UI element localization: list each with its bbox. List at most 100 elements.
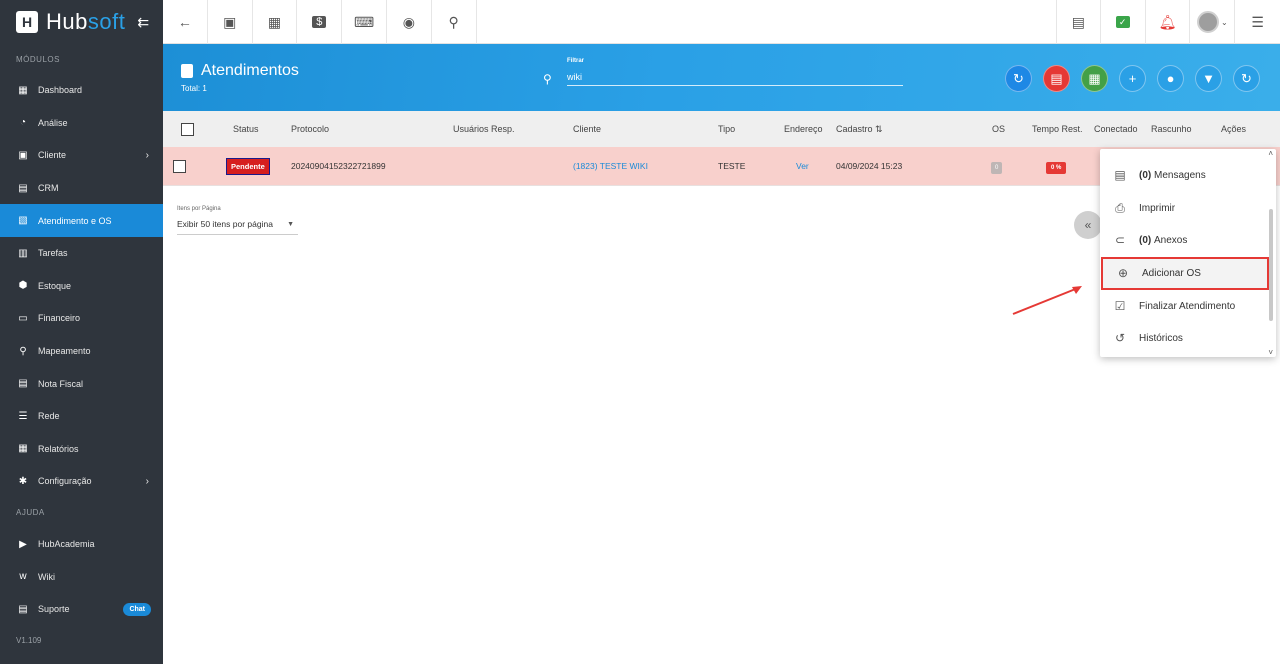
chevron-down-icon: ⌄ bbox=[1220, 17, 1228, 27]
attachment-icon: ⊂ bbox=[1114, 233, 1126, 248]
col-tempo[interactable]: Tempo Rest. bbox=[1032, 124, 1083, 134]
sidebar-item-hubacademia[interactable]: ▶ HubAcademia bbox=[0, 528, 163, 561]
sidebar-item-wiki[interactable]: w Wiki bbox=[0, 560, 163, 593]
sidebar-item-suporte[interactable]: ▤ Suporte Chat bbox=[0, 593, 163, 626]
terminal-button[interactable]: ⌨ bbox=[342, 0, 387, 44]
col-cliente[interactable]: Cliente bbox=[573, 124, 601, 134]
address-link[interactable]: Ver bbox=[796, 161, 809, 171]
list-menu-button[interactable]: ☰ bbox=[1235, 0, 1280, 44]
select-all-checkbox[interactable] bbox=[181, 122, 194, 136]
sidebar-item-nota-fiscal[interactable]: ▤ Nota Fiscal bbox=[0, 367, 163, 400]
col-os[interactable]: OS bbox=[992, 124, 1005, 134]
eye-icon: ◉ bbox=[402, 13, 415, 30]
view-button[interactable]: ◉ bbox=[387, 0, 432, 44]
pdf-button[interactable]: ▤ bbox=[1056, 0, 1101, 44]
logo-icon: H bbox=[16, 11, 38, 33]
client-link[interactable]: (1823) TESTE WIKI bbox=[573, 161, 648, 171]
filter-button[interactable]: ▼ bbox=[1195, 65, 1222, 92]
sort-icon: ⇅ bbox=[875, 123, 883, 134]
menu-scrollbar[interactable] bbox=[1269, 209, 1273, 321]
pdf-icon: ▤ bbox=[1071, 13, 1086, 30]
menu-item-anexos[interactable]: ⊂ (0) Anexos bbox=[1100, 224, 1268, 257]
sidebar-item-estoque[interactable]: ⬢ Estoque bbox=[0, 270, 163, 303]
annotation-arrow bbox=[1012, 286, 1082, 315]
col-usuarios[interactable]: Usuários Resp. bbox=[453, 124, 515, 134]
col-cadastro[interactable]: Cadastro ⇅ bbox=[836, 124, 883, 135]
user-button[interactable]: ● bbox=[1157, 65, 1184, 92]
add-button[interactable]: + bbox=[1119, 65, 1146, 92]
reports-icon: ▦ bbox=[18, 443, 28, 455]
date-cell: 04/09/2024 15:23 bbox=[836, 161, 903, 171]
col-rascunho[interactable]: Rascunho bbox=[1151, 124, 1192, 134]
chat-badge[interactable]: Chat bbox=[123, 602, 151, 616]
per-page-select[interactable]: Exibir 50 itens por página ▼ bbox=[177, 219, 298, 235]
section-label-ajuda: AJUDA bbox=[16, 508, 45, 518]
export-pdf-button[interactable]: ▤ bbox=[1043, 65, 1070, 92]
finance-button[interactable]: $ bbox=[297, 0, 343, 44]
invoice-icon: ▤ bbox=[18, 378, 28, 390]
menu-item-imprimir[interactable]: ⎙ Imprimir bbox=[1100, 192, 1268, 225]
sidebar-item-tarefas[interactable]: ▥ Tarefas bbox=[0, 237, 163, 270]
row-checkbox[interactable] bbox=[173, 159, 186, 173]
scroll-down-icon[interactable]: ˅ bbox=[1268, 348, 1273, 357]
col-acoes[interactable]: Ações bbox=[1221, 124, 1246, 134]
per-page-label: Itens por Página bbox=[177, 206, 221, 212]
wiki-icon: w bbox=[19, 571, 27, 583]
collapse-panel-button[interactable]: « bbox=[1074, 211, 1102, 239]
document-icon bbox=[181, 64, 193, 78]
sidebar-item-atendimento[interactable]: ▧ Atendimento e OS bbox=[0, 204, 163, 237]
status-badge: Pendente bbox=[226, 158, 270, 175]
calendar-button[interactable]: ▦ bbox=[253, 0, 298, 44]
filter-label: Filtrar bbox=[567, 58, 585, 64]
menu-collapse-icon[interactable]: ⇇ bbox=[137, 14, 149, 31]
sidebar: H Hubsoft ⇇ MÓDULOS ▦ Dashboard ◔ Análise … bbox=[0, 0, 163, 664]
sidebar-item-dashboard[interactable]: ▦ Dashboard bbox=[0, 74, 163, 107]
col-endereco[interactable]: Endereço bbox=[784, 124, 823, 134]
scroll-up-icon[interactable]: ˄ bbox=[1268, 149, 1273, 158]
excel-icon: ▦ bbox=[1088, 70, 1101, 86]
network-icon: ☰ bbox=[18, 410, 28, 422]
filter-input[interactable] bbox=[567, 68, 903, 86]
chart-icon: ◔ bbox=[19, 117, 27, 129]
money-icon: ▭ bbox=[18, 312, 28, 324]
sidebar-item-cliente[interactable]: ▣ Cliente › bbox=[0, 139, 163, 172]
menu-item-finalizar[interactable]: ☑ Finalizar Atendimento bbox=[1100, 290, 1268, 323]
col-protocolo[interactable]: Protocolo bbox=[291, 124, 329, 134]
sidebar-item-crm[interactable]: ▤ CRM bbox=[0, 172, 163, 205]
print-icon: ⎙ bbox=[1115, 200, 1125, 215]
client-icon: ▣ bbox=[18, 149, 28, 161]
terminal-icon: ⌨ bbox=[353, 13, 375, 30]
search-button[interactable]: ⚲ bbox=[432, 0, 477, 44]
tasks-icon: ▥ bbox=[18, 247, 28, 259]
box-icon: ⬢ bbox=[18, 280, 28, 292]
protocol-cell: 20240904152322721899 bbox=[291, 161, 386, 171]
chevron-right-icon: › bbox=[145, 149, 149, 161]
user-menu-button[interactable]: ⌄ bbox=[1190, 0, 1236, 44]
sidebar-item-relatorios[interactable]: ▦ Relatórios bbox=[0, 433, 163, 466]
alarm-button[interactable]: 🔔︎ bbox=[1146, 0, 1191, 44]
col-tipo[interactable]: Tipo bbox=[718, 124, 735, 134]
caret-down-icon: ▼ bbox=[287, 221, 294, 228]
sidebar-item-financeiro[interactable]: ▭ Financeiro bbox=[0, 302, 163, 335]
menu-item-historicos[interactable]: ↺ Históricos bbox=[1100, 322, 1268, 355]
sidebar-item-configuracao[interactable]: ✱ Configuração › bbox=[0, 465, 163, 498]
col-conectado[interactable]: Conectado bbox=[1094, 124, 1138, 134]
double-chevron-left-icon: « bbox=[1084, 218, 1092, 232]
crm-icon: ▤ bbox=[18, 182, 28, 194]
contact-button[interactable]: ▣ bbox=[208, 0, 253, 44]
tasks-check-button[interactable]: ✓ bbox=[1101, 0, 1146, 44]
reload-button[interactable]: ↻ bbox=[1233, 65, 1260, 92]
arrow-left-icon: ← bbox=[177, 14, 192, 30]
gear-icon: ✱ bbox=[18, 475, 28, 487]
col-status[interactable]: Status bbox=[233, 124, 259, 134]
refresh-sync-button[interactable]: ↻ bbox=[1005, 65, 1032, 92]
calendar-clock-icon: ▦ bbox=[267, 13, 282, 30]
sidebar-item-rede[interactable]: ☰ Rede bbox=[0, 400, 163, 433]
sidebar-item-analise[interactable]: ◔ Análise bbox=[0, 107, 163, 140]
back-button[interactable]: ← bbox=[163, 0, 208, 44]
actions-menu: ˄ ▤ (0) Mensagens ⎙ Imprimir ⊂ (0) Anexo… bbox=[1100, 149, 1276, 357]
export-excel-button[interactable]: ▦ bbox=[1081, 65, 1108, 92]
sidebar-item-mapeamento[interactable]: ⚲ Mapeamento bbox=[0, 335, 163, 368]
menu-item-adicionar-os[interactable]: ⊕ Adicionar OS bbox=[1101, 257, 1269, 290]
menu-item-mensagens[interactable]: ▤ (0) Mensagens bbox=[1100, 159, 1268, 192]
